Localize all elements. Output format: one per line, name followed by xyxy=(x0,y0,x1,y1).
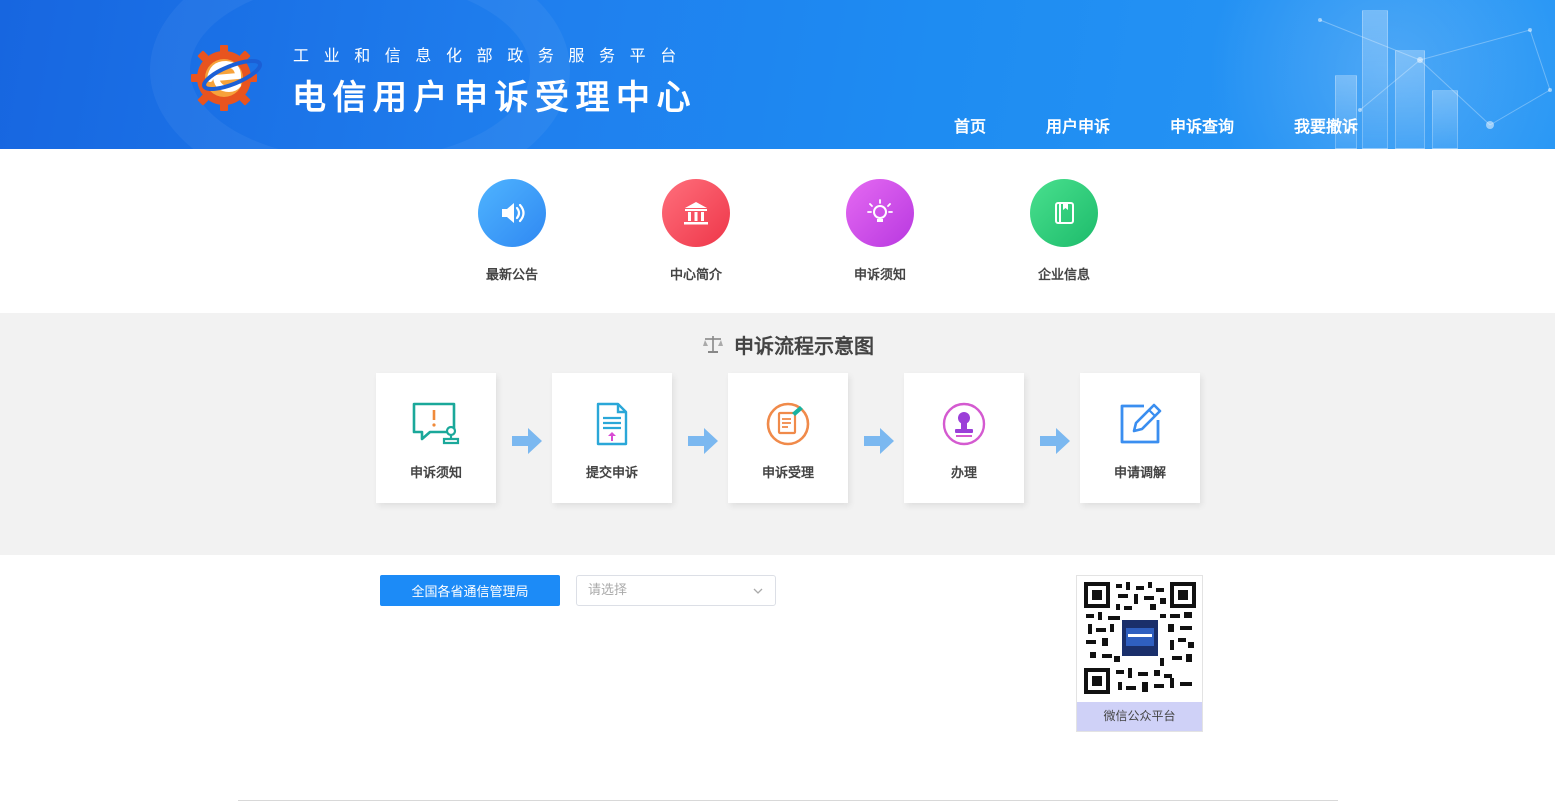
arrow-right-icon xyxy=(1040,428,1070,454)
quick-link-label: 申诉须知 xyxy=(853,268,906,283)
building-icon xyxy=(662,179,730,247)
wechat-qr-card: 微信公众平台 xyxy=(1076,575,1203,732)
site-header: 工业和信息化部政务服务平台 电信用户申诉受理中心 首页 用户申诉 申诉查询 我要… xyxy=(0,0,1555,149)
flow-step-label: 申诉受理 xyxy=(761,466,814,481)
flow-step-submit[interactable]: 提交申诉 xyxy=(552,373,672,503)
quick-link-announcements[interactable]: 最新公告 xyxy=(442,179,582,283)
scale-icon xyxy=(703,336,723,353)
flow-title: 申诉流程示意图 xyxy=(734,334,874,358)
flow-step-notice[interactable]: 申诉须知 xyxy=(376,373,496,503)
quick-link-label: 中心简介 xyxy=(669,268,722,283)
quick-link-label: 最新公告 xyxy=(485,268,538,283)
flow-step-handle[interactable]: 办理 xyxy=(904,373,1024,503)
chevron-down-icon xyxy=(753,588,763,594)
flow-step-label: 办理 xyxy=(950,466,977,481)
site-title: 电信用户申诉受理中心 xyxy=(292,78,697,118)
quick-link-center-intro[interactable]: 中心简介 xyxy=(626,179,766,283)
quick-link-enterprise-info[interactable]: 企业信息 xyxy=(994,179,1134,283)
footer-divider xyxy=(238,800,1338,801)
province-select[interactable] xyxy=(576,575,776,606)
nav-home[interactable]: 首页 xyxy=(954,113,986,137)
book-icon xyxy=(1030,179,1098,247)
flow-step-accept[interactable]: 申诉受理 xyxy=(728,373,848,503)
provincial-bureaus-button[interactable]: 全国各省通信管理局 xyxy=(380,575,560,606)
notice-chat-icon xyxy=(412,402,460,445)
flow-step-mediation[interactable]: 申请调解 xyxy=(1080,373,1200,503)
nav-user-complaint[interactable]: 用户申诉 xyxy=(1046,113,1110,137)
speaker-icon xyxy=(478,179,546,247)
edit-icon xyxy=(1120,403,1162,444)
miit-logo-icon xyxy=(191,45,263,111)
nav-complaint-query[interactable]: 申诉查询 xyxy=(1170,113,1234,137)
nav-withdraw-complaint[interactable]: 我要撤诉 xyxy=(1294,113,1358,137)
arrow-right-icon xyxy=(512,428,542,454)
flow-step-label: 提交申诉 xyxy=(585,466,638,481)
qr-code-icon xyxy=(1084,582,1196,694)
upload-document-icon xyxy=(596,402,628,446)
province-select-input[interactable] xyxy=(577,576,747,605)
qr-caption: 微信公众平台 xyxy=(1077,702,1202,731)
flow-step-label: 申诉须知 xyxy=(409,466,462,481)
quick-link-label: 企业信息 xyxy=(1037,268,1090,283)
accept-clipboard-icon xyxy=(766,402,810,446)
stamp-icon xyxy=(942,402,986,446)
quick-link-complaint-notice[interactable]: 申诉须知 xyxy=(810,179,950,283)
lightbulb-icon xyxy=(846,179,914,247)
flow-step-label: 申请调解 xyxy=(1113,466,1166,481)
platform-subtitle: 工业和信息化部政务服务平台 xyxy=(293,46,691,65)
arrow-right-icon xyxy=(688,428,718,454)
arrow-right-icon xyxy=(864,428,894,454)
